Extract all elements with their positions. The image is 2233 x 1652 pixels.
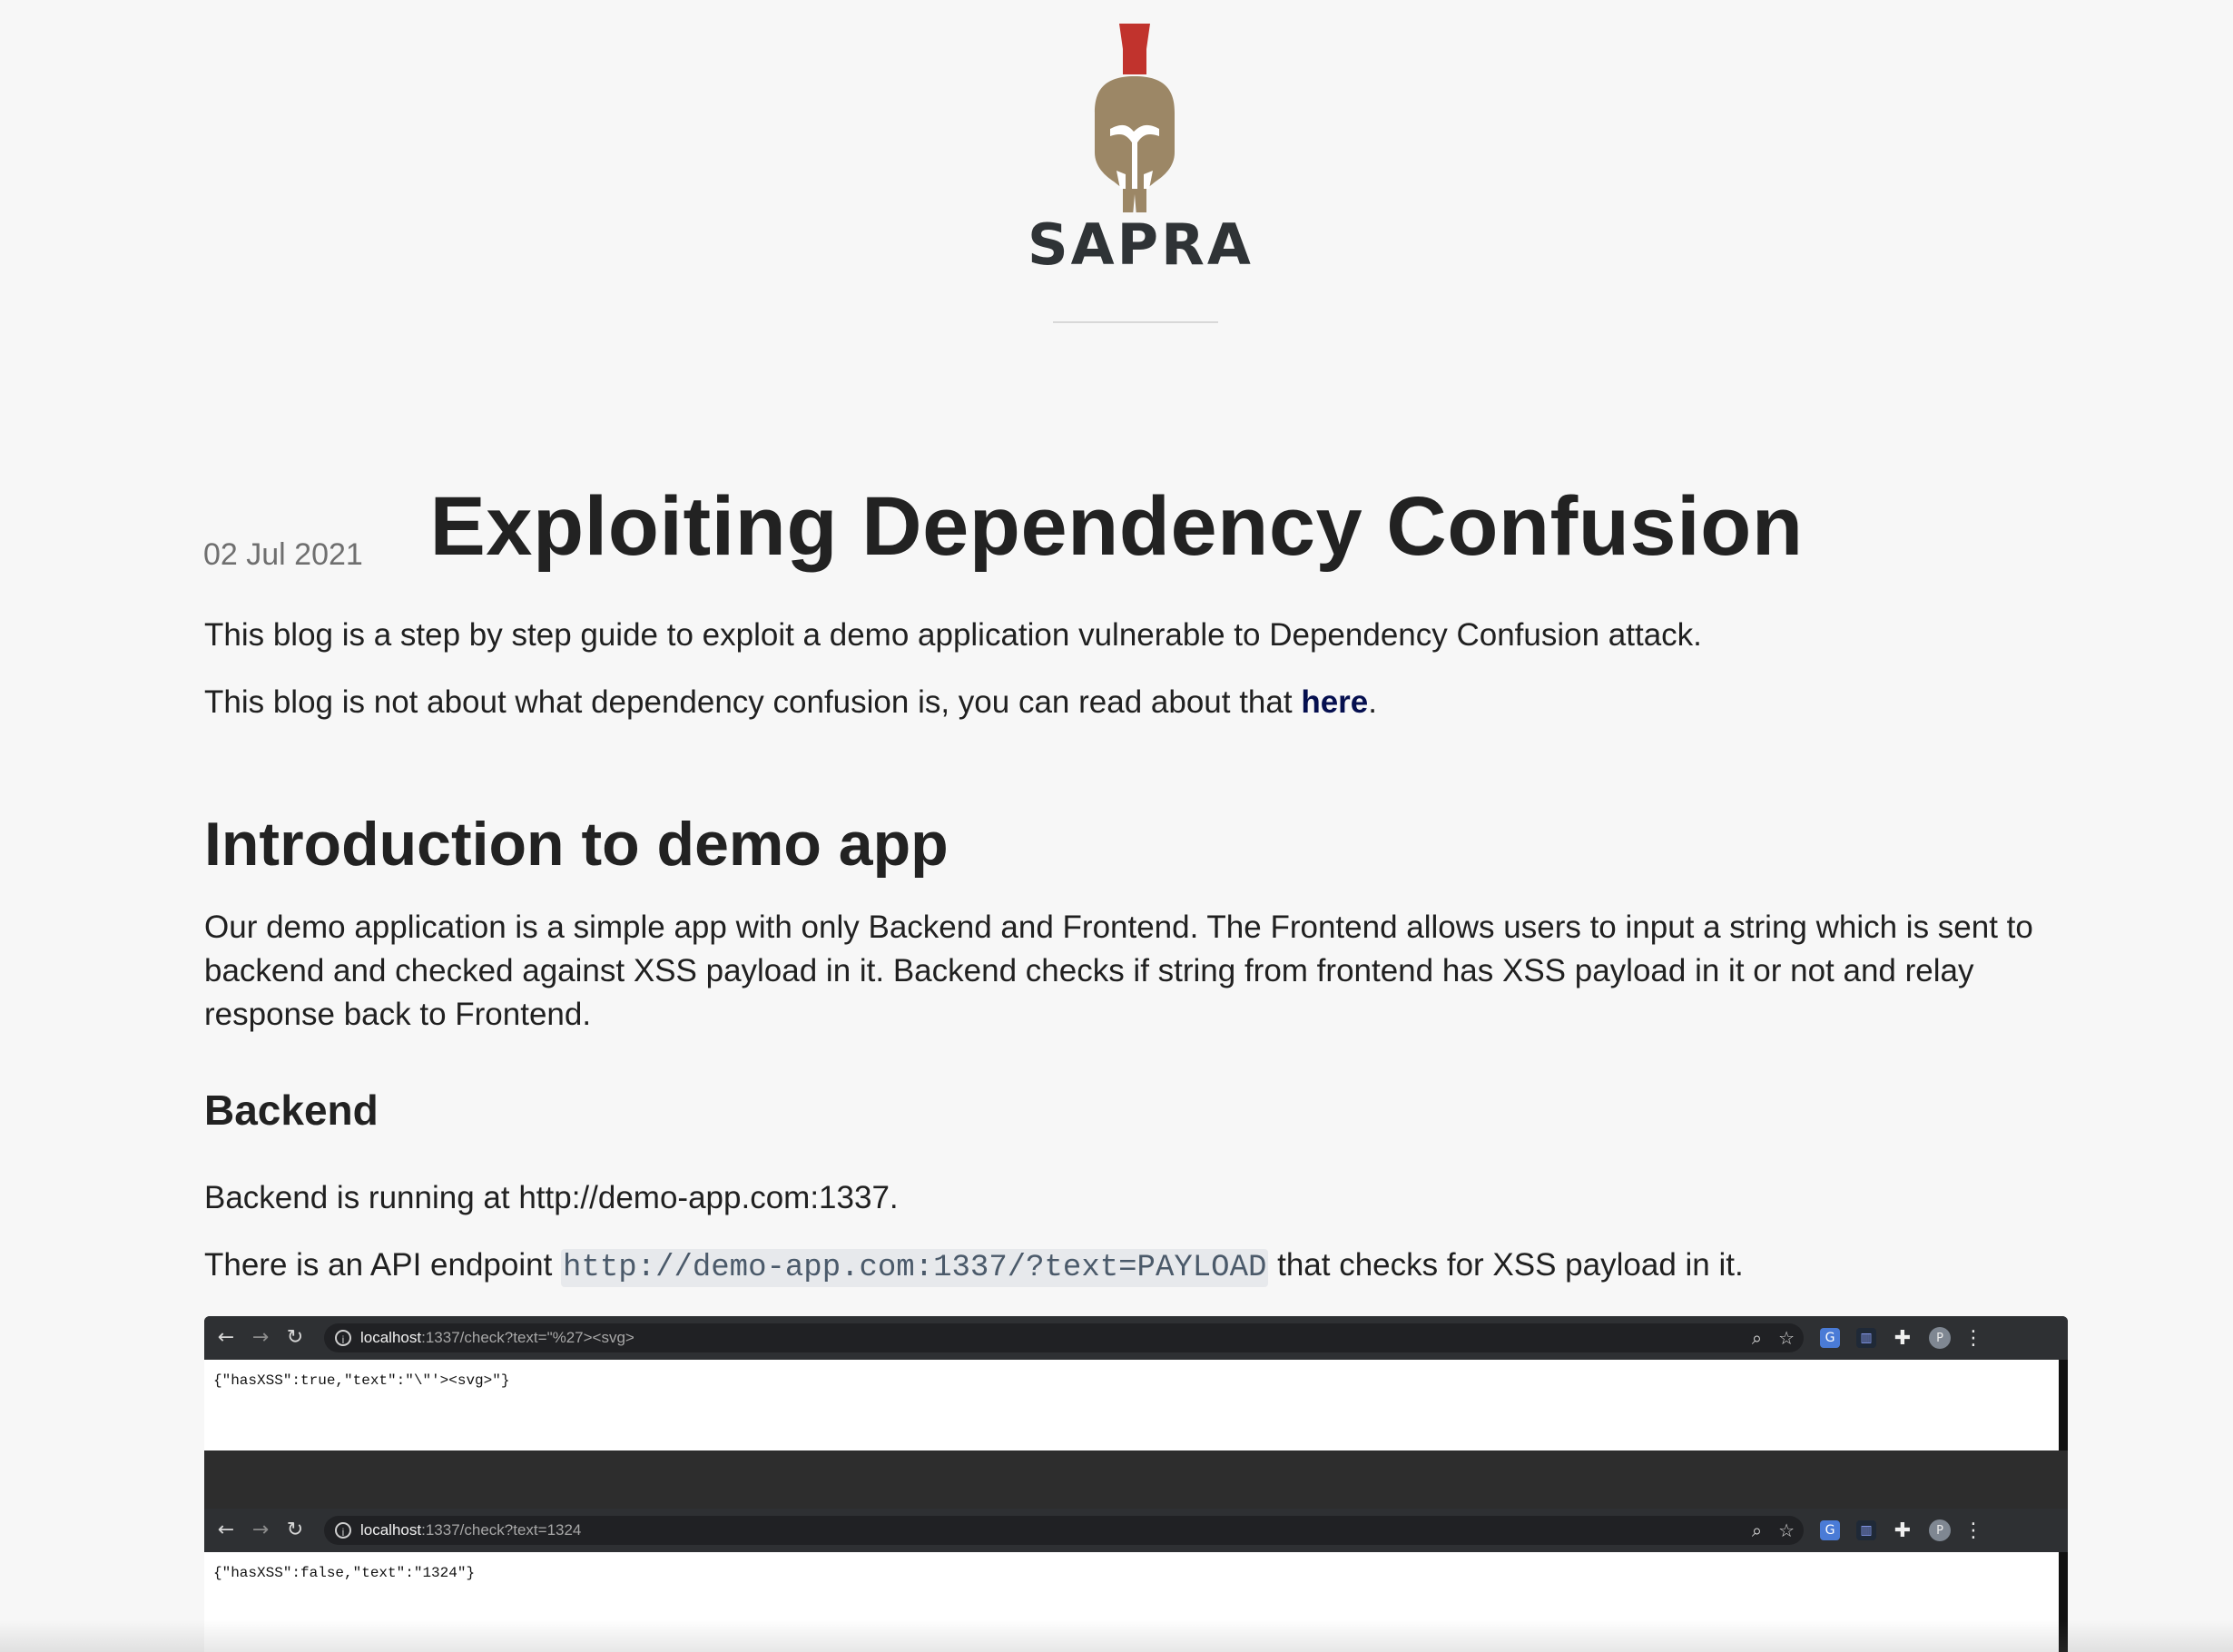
- demo-app-description: Our demo application is a simple app wit…: [204, 910, 2033, 1032]
- chart-extension-icon[interactable]: ▥: [1856, 1328, 1876, 1348]
- star-icon[interactable]: ☆: [1778, 1327, 1795, 1349]
- here-link[interactable]: here: [1301, 684, 1368, 720]
- star-icon-second[interactable]: ☆: [1778, 1519, 1795, 1541]
- browser-content-top: {"hasXSS":true,"text":"\"'><svg>"}: [204, 1360, 2068, 1450]
- profile-icon-second[interactable]: P: [1929, 1519, 1951, 1541]
- browser-content-second: {"hasXSS":false,"text":"1324"}: [204, 1552, 2068, 1652]
- google-translate-icon[interactable]: G: [1820, 1328, 1840, 1348]
- subsection-heading-backend: Backend: [204, 1087, 379, 1134]
- info-icon-second[interactable]: i: [335, 1522, 351, 1539]
- address-actions-top: ⌕ ☆: [1752, 1327, 1795, 1349]
- forward-icon-second[interactable]: →: [248, 1518, 273, 1543]
- address-bar-second[interactable]: i localhost:1337/check?text=1324 ⌕ ☆: [324, 1516, 1804, 1545]
- intro-paragraph-2-suffix: .: [1368, 684, 1377, 720]
- extension-icons-second: G ▥ ✚ P ⋮: [1820, 1519, 1983, 1542]
- url-rest-top: :1337/check?text="%27><svg>: [421, 1329, 634, 1346]
- reload-icon-second[interactable]: ↻: [282, 1518, 308, 1543]
- extension-icons-top: G ▥ ✚ P ⋮: [1820, 1327, 1983, 1350]
- url-host-top: localhost: [360, 1329, 422, 1346]
- page: SAPRA Exploiting Dependency Confusion 02…: [0, 0, 2233, 1652]
- json-response-second: {"hasXSS":false,"text":"1324"}: [213, 1565, 476, 1581]
- kebab-menu-icon-second[interactable]: ⋮: [1963, 1519, 1983, 1542]
- article-date: 02 Jul 2021: [203, 537, 363, 572]
- back-icon-second[interactable]: ←: [213, 1518, 239, 1543]
- browser-screenshot: ← → ↻ i localhost:1337/check?text="%27><…: [204, 1316, 2068, 1652]
- kebab-menu-icon[interactable]: ⋮: [1963, 1327, 1983, 1350]
- zoom-icon[interactable]: ⌕: [1752, 1327, 1762, 1349]
- address-bar-top[interactable]: i localhost:1337/check?text="%27><svg> ⌕…: [324, 1323, 1804, 1352]
- browser-toolbar-second: ← → ↻ i localhost:1337/check?text=1324 ⌕…: [204, 1509, 2068, 1552]
- url-host-second: localhost: [360, 1521, 422, 1539]
- url-rest-second: :1337/check?text=1324: [421, 1521, 582, 1539]
- spartan-helmet-icon: [1095, 24, 1175, 212]
- browser-toolbar-top: ← → ↻ i localhost:1337/check?text="%27><…: [204, 1316, 2068, 1360]
- address-actions-second: ⌕ ☆: [1752, 1519, 1795, 1541]
- chart-extension-icon-second[interactable]: ▥: [1856, 1520, 1876, 1540]
- zoom-icon-second[interactable]: ⌕: [1752, 1519, 1762, 1541]
- api-endpoint-prefix: There is an API endpoint: [204, 1247, 562, 1283]
- info-icon[interactable]: i: [335, 1330, 351, 1346]
- section-heading-demo-app: Introduction to demo app: [204, 810, 949, 879]
- api-endpoint-paragraph: There is an API endpoint http://demo-app…: [204, 1244, 2065, 1290]
- reload-icon[interactable]: ↻: [282, 1325, 308, 1351]
- puzzle-icon-second[interactable]: ✚: [1893, 1519, 1913, 1542]
- api-endpoint-suffix: that checks for XSS payload in it.: [1268, 1247, 1744, 1283]
- brand-name: SAPRA: [1028, 211, 1254, 278]
- puzzle-icon[interactable]: ✚: [1893, 1327, 1913, 1350]
- api-endpoint-code: http://demo-app.com:1337/?text=PAYLOAD: [561, 1249, 1269, 1287]
- window-gap: [204, 1450, 2068, 1510]
- intro-paragraph-2-prefix: This blog is not about what dependency c…: [204, 684, 1302, 720]
- profile-icon[interactable]: P: [1929, 1327, 1951, 1349]
- sapra-logo[interactable]: SAPRA: [1028, 22, 1251, 273]
- header-divider: [1053, 321, 1218, 323]
- back-icon[interactable]: ←: [213, 1325, 239, 1351]
- json-response-top: {"hasXSS":true,"text":"\"'><svg>"}: [213, 1372, 510, 1389]
- backend-running-text: Backend is running at http://demo-app.co…: [204, 1180, 899, 1215]
- google-translate-icon-second[interactable]: G: [1820, 1520, 1840, 1540]
- forward-icon[interactable]: →: [248, 1325, 273, 1351]
- intro-paragraph-1: This blog is a step by step guide to exp…: [204, 617, 1702, 653]
- intro-paragraph-2: This blog is not about what dependency c…: [204, 681, 2065, 724]
